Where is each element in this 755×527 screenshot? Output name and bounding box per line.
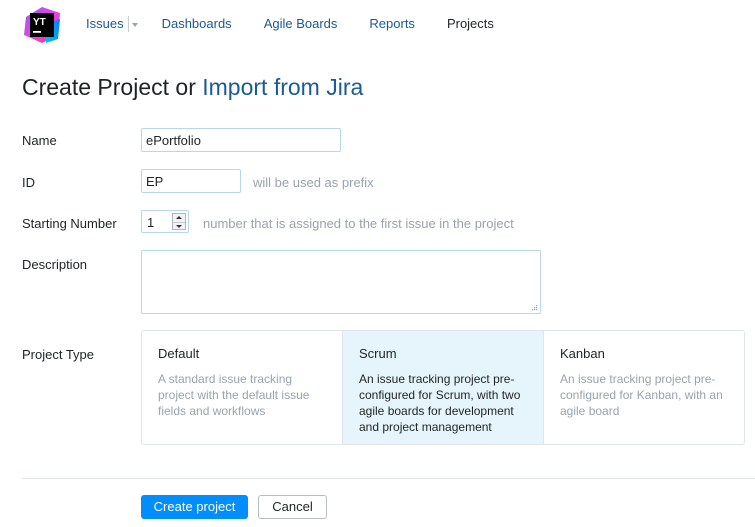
divider <box>22 478 755 479</box>
starting-number-label: Starting Number <box>22 216 117 231</box>
nav-issues-label[interactable]: Issues <box>86 16 124 31</box>
youtrack-logo[interactable]: YT <box>22 5 62 45</box>
project-type-description: A standard issue tracking project with t… <box>158 372 310 418</box>
starting-number-hint: number that is assigned to the first iss… <box>203 216 514 231</box>
starting-number-value[interactable]: 1 <box>147 215 154 230</box>
project-type-description: An issue tracking project pre-configured… <box>560 372 723 418</box>
project-type-scrum[interactable]: Scrum An issue tracking project pre-conf… <box>342 331 543 444</box>
resize-handle-icon[interactable] <box>531 304 538 311</box>
create-project-button[interactable]: Create project <box>141 495 248 519</box>
id-hint: will be used as prefix <box>253 175 374 190</box>
nav-item-projects[interactable]: Projects <box>447 16 494 31</box>
project-type-name: Default <box>158 346 200 361</box>
project-type-label: Project Type <box>22 347 95 362</box>
name-input[interactable] <box>141 128 341 152</box>
nav-issues-separator <box>127 15 129 32</box>
top-navigation: Issues Dashboards Agile Boards Reports P… <box>86 0 494 47</box>
project-type-name: Scrum <box>359 346 397 361</box>
starting-number-stepper[interactable]: 1 <box>141 210 189 233</box>
chevron-down-icon[interactable] <box>131 22 138 27</box>
project-type-kanban[interactable]: Kanban An issue tracking project pre-con… <box>543 331 744 444</box>
cancel-button[interactable]: Cancel <box>258 495 327 519</box>
spin-buttons[interactable] <box>172 213 186 230</box>
id-label: ID <box>22 175 35 190</box>
arrow-down-icon <box>176 225 182 228</box>
project-type-default[interactable]: Default A standard issue tracking projec… <box>142 331 342 444</box>
page-title: Create Project or Import from Jira <box>22 74 363 101</box>
increment-button[interactable] <box>173 214 185 221</box>
decrement-button[interactable] <box>173 222 185 229</box>
project-type-name: Kanban <box>560 346 605 361</box>
id-input[interactable] <box>141 169 241 193</box>
name-label: Name <box>22 133 57 148</box>
nav-item-agile-boards[interactable]: Agile Boards <box>264 16 338 31</box>
project-type-selector: Default A standard issue tracking projec… <box>141 330 745 445</box>
logo-text: YT <box>33 17 46 28</box>
nav-item-dashboards[interactable]: Dashboards <box>162 16 232 31</box>
description-textarea[interactable] <box>141 250 541 314</box>
import-from-jira-link[interactable]: Import from Jira <box>202 74 363 100</box>
page-title-text: Create Project or <box>22 74 203 100</box>
description-label: Description <box>22 257 88 272</box>
nav-item-reports[interactable]: Reports <box>369 16 415 31</box>
nav-item-issues[interactable]: Issues <box>86 15 138 32</box>
project-type-description: An issue tracking project pre-configured… <box>359 372 521 434</box>
arrow-up-icon <box>176 216 182 219</box>
